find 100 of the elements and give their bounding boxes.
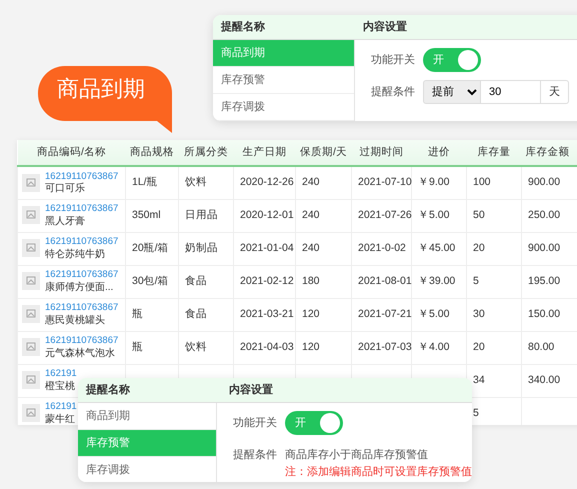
field-label: 提醒条件 bbox=[233, 448, 277, 463]
table-cell: 120 bbox=[302, 340, 320, 353]
column-header: 保质期/天 bbox=[296, 140, 352, 166]
table-cell: 2021-0-02 bbox=[358, 242, 406, 254]
callout-title: 商品到期 bbox=[57, 76, 145, 101]
table-cell: 900.00 bbox=[528, 176, 560, 188]
reminder-item[interactable]: 库存调拨 bbox=[78, 457, 216, 482]
table-cell: 5 bbox=[473, 274, 479, 287]
unit-label: 天 bbox=[541, 80, 569, 104]
table-cell: 饮料 bbox=[185, 176, 207, 188]
table-cell: 350ml bbox=[132, 208, 161, 221]
table-cell: ￥5.00 bbox=[418, 308, 450, 320]
product-name: 元气森林气泡水 bbox=[45, 346, 116, 360]
product-code-link[interactable]: 16219110763867 bbox=[45, 335, 118, 347]
table-cell: 30包/箱 bbox=[132, 274, 169, 287]
table-cell: ￥4.00 bbox=[418, 340, 450, 353]
table-cell: 奶制品 bbox=[185, 242, 218, 254]
table-cell: 2021-07-21 bbox=[358, 308, 412, 320]
product-code-link[interactable]: 16219110763867 bbox=[45, 203, 118, 215]
table-cell: 100 bbox=[473, 176, 491, 188]
column-header: 所属分类 bbox=[178, 140, 234, 166]
field-label: 功能开关 bbox=[371, 52, 415, 68]
table-cell: 20瓶/箱 bbox=[132, 242, 169, 254]
column-header: 内容设置 bbox=[228, 382, 273, 398]
column-header: 库存金额 bbox=[522, 140, 577, 166]
table-cell: ￥5.00 bbox=[418, 208, 450, 221]
reminder-item[interactable]: 商品到期 bbox=[78, 403, 216, 430]
product-name: 可口可乐 bbox=[45, 182, 86, 195]
table-cell: ￥39.00 bbox=[418, 274, 456, 287]
table-cell: 2021-04-03 bbox=[240, 340, 294, 353]
table-cell: 2021-02-12 bbox=[240, 274, 294, 287]
product-name: 惠民黄桃罐头 bbox=[45, 314, 106, 327]
product-code-link[interactable]: 16219110763867 bbox=[45, 170, 118, 182]
image-icon bbox=[22, 206, 40, 224]
table-cell: 食品 bbox=[185, 274, 207, 287]
table-cell: 20 bbox=[473, 340, 485, 353]
table-cell: 340.00 bbox=[528, 374, 560, 386]
reminder-item[interactable]: 库存预警 bbox=[213, 67, 354, 94]
column-header: 提醒名称 bbox=[220, 20, 266, 35]
table-cell: 240 bbox=[302, 208, 320, 221]
product-name: 黑人牙膏 bbox=[45, 214, 86, 228]
advance-select[interactable]: 提前 bbox=[423, 80, 481, 104]
table-cell: 80.00 bbox=[528, 340, 554, 353]
image-icon bbox=[22, 239, 40, 258]
column-header: 进价 bbox=[412, 140, 466, 166]
table-cell: 1L/瓶 bbox=[132, 176, 158, 188]
table-cell: 食品 bbox=[185, 308, 207, 320]
table-cell: 2021-07-10 bbox=[358, 176, 412, 188]
warning-note: 注：添加编辑商品时可设置库存预警值 bbox=[285, 464, 472, 480]
column-header: 提醒名称 bbox=[84, 382, 131, 398]
table-cell: 120 bbox=[302, 308, 320, 320]
table-cell: 34 bbox=[473, 374, 485, 386]
product-name: 康师傅方便面... bbox=[45, 280, 114, 294]
image-icon bbox=[22, 272, 40, 290]
image-icon bbox=[22, 371, 40, 390]
table-cell: 2020-12-26 bbox=[240, 176, 294, 188]
table-cell: 5 bbox=[473, 406, 479, 419]
table-cell: ￥9.00 bbox=[418, 176, 450, 188]
reminder-item[interactable]: 库存预警 bbox=[78, 430, 216, 457]
table-cell: 日用品 bbox=[185, 208, 218, 221]
toggle-switch[interactable]: 开 bbox=[285, 411, 343, 435]
table-cell: 30 bbox=[473, 308, 485, 320]
column-header: 库存量 bbox=[466, 140, 522, 166]
table-cell: 180 bbox=[302, 274, 320, 287]
table-cell: 2021-07-03 bbox=[358, 340, 412, 353]
table-cell: 240 bbox=[302, 176, 320, 188]
column-header: 商品规格 bbox=[126, 140, 178, 166]
field-label: 提醒条件 bbox=[371, 85, 415, 100]
days-input[interactable]: 30 bbox=[481, 80, 541, 104]
product-code-link[interactable]: 162191 bbox=[45, 401, 77, 413]
table-cell: 2021-07-26 bbox=[358, 208, 412, 221]
table-cell: 900.00 bbox=[528, 242, 560, 254]
table-cell: 2020-12-01 bbox=[240, 208, 294, 221]
table-cell: 2021-08-01 bbox=[358, 274, 412, 287]
image-icon bbox=[22, 404, 40, 422]
image-icon bbox=[22, 338, 40, 356]
reminder-item[interactable]: 商品到期 bbox=[213, 40, 354, 67]
column-header: 商品编码/名称 bbox=[18, 140, 126, 166]
condition-text: 商品库存小于商品库存预警值 bbox=[285, 448, 429, 463]
product-code-link[interactable]: 16219110763867 bbox=[45, 236, 118, 248]
table-cell: 2021-03-21 bbox=[240, 308, 294, 320]
table-cell: 瓶 bbox=[132, 308, 143, 320]
image-icon bbox=[22, 174, 40, 192]
table-cell: 150.00 bbox=[528, 308, 560, 320]
product-code-link[interactable]: 16219110763867 bbox=[45, 302, 118, 314]
toggle-switch[interactable]: 开 bbox=[423, 48, 481, 72]
column-header: 内容设置 bbox=[362, 20, 407, 35]
product-code-link[interactable]: 16219110763867 bbox=[45, 269, 118, 281]
table-cell: 2021-01-04 bbox=[240, 242, 294, 254]
reminder-item[interactable]: 库存调拨 bbox=[213, 94, 354, 121]
table-cell: 瓶 bbox=[132, 340, 143, 353]
column-header: 过期时间 bbox=[352, 140, 412, 166]
table-cell: 20 bbox=[473, 242, 485, 254]
field-label: 功能开关 bbox=[233, 416, 277, 431]
product-code-link[interactable]: 162191 bbox=[45, 368, 77, 380]
table-cell: 饮料 bbox=[185, 340, 207, 353]
column-header: 生产日期 bbox=[234, 140, 296, 166]
table-cell: 195.00 bbox=[528, 274, 560, 287]
table-cell: 250.00 bbox=[528, 208, 560, 221]
product-name: 蒙牛红 bbox=[45, 412, 76, 425]
